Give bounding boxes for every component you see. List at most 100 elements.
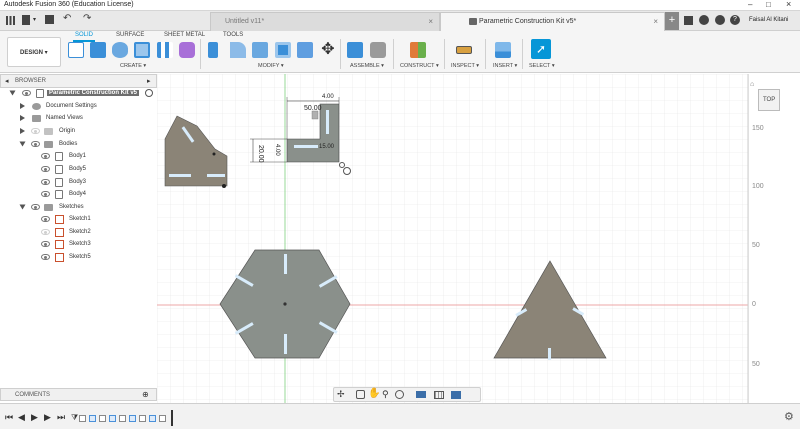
- browser-item-bodies[interactable]: Bodies: [0, 139, 157, 151]
- visibility-icon[interactable]: [41, 153, 50, 159]
- measure-icon[interactable]: [456, 46, 472, 54]
- save-icon[interactable]: [45, 15, 54, 24]
- browser-root[interactable]: Parametric Construction Kit v5: [0, 88, 157, 100]
- browser-item-named-views[interactable]: Named Views: [0, 113, 157, 125]
- dimension-height[interactable]: 20.00: [257, 145, 264, 163]
- pin-icon[interactable]: ▸: [147, 77, 151, 85]
- comments-panel-header[interactable]: COMMENTS ⊕: [0, 388, 157, 401]
- fillet-icon[interactable]: [230, 42, 246, 58]
- revolve-icon[interactable]: [112, 42, 128, 58]
- grid-menu-icon[interactable]: [6, 16, 15, 25]
- close-tab-icon[interactable]: ×: [428, 17, 433, 26]
- tab-tools[interactable]: TOOLS: [223, 32, 243, 38]
- timeline-marker[interactable]: [171, 410, 173, 426]
- collapse-icon[interactable]: ◂: [5, 77, 9, 85]
- browser-item-body5[interactable]: Body5: [0, 164, 157, 176]
- new-sketch-icon[interactable]: [68, 42, 84, 58]
- browser-item-sketch1[interactable]: Sketch1: [0, 214, 157, 226]
- orbit-icon[interactable]: ✢: [337, 389, 345, 400]
- timeline-feature[interactable]: [119, 415, 126, 422]
- visibility-off-icon[interactable]: [41, 229, 50, 235]
- browser-item-sketch5[interactable]: Sketch5: [0, 252, 157, 264]
- minimize-button[interactable]: –: [748, 0, 752, 9]
- expand-icon[interactable]: [20, 128, 25, 134]
- chevron-down-icon[interactable]: ▾: [33, 16, 36, 23]
- visibility-icon[interactable]: [41, 241, 50, 247]
- undo-icon[interactable]: ↶: [63, 13, 71, 24]
- step-forward-icon[interactable]: ▶: [44, 412, 51, 423]
- tab-parametric-kit[interactable]: Parametric Construction Kit v5* ×: [440, 12, 665, 31]
- expand-panel-icon[interactable]: ⊕: [142, 390, 149, 399]
- home-view-icon[interactable]: ⌂: [750, 81, 754, 88]
- timeline-feature[interactable]: [99, 415, 106, 422]
- expand-icon[interactable]: [19, 204, 26, 210]
- canvas-drawing[interactable]: 50.00 20.00 4.00 4.00 15.00: [157, 74, 748, 403]
- construct-group-label[interactable]: CONSTRUCT ▾: [400, 63, 439, 69]
- expand-icon[interactable]: [9, 90, 16, 96]
- browser-item-sketches[interactable]: Sketches: [0, 202, 157, 214]
- browser-item-sketch2[interactable]: Sketch2: [0, 227, 157, 239]
- grid-settings-icon[interactable]: [434, 391, 444, 399]
- timeline-feature[interactable]: [159, 415, 166, 422]
- offset-plane-icon[interactable]: [410, 42, 426, 58]
- visibility-icon[interactable]: [41, 216, 50, 222]
- redo-icon[interactable]: ↷: [83, 13, 91, 24]
- dimension-small-top[interactable]: 4.00: [322, 94, 334, 100]
- tab-untitled[interactable]: Untitled v11* ×: [210, 12, 440, 31]
- browser-item-document-settings[interactable]: Document Settings: [0, 101, 157, 113]
- filter-icon[interactable]: ⧩: [71, 413, 78, 423]
- combine-icon[interactable]: [297, 42, 313, 58]
- timeline-feature[interactable]: [89, 415, 96, 422]
- visibility-icon[interactable]: [41, 191, 50, 197]
- tab-solid[interactable]: SOLID: [72, 32, 96, 42]
- timeline-feature[interactable]: [129, 415, 136, 422]
- job-status-icon[interactable]: [699, 15, 709, 25]
- visibility-icon[interactable]: [41, 179, 50, 185]
- visibility-icon[interactable]: [22, 90, 31, 96]
- timeline-feature[interactable]: [109, 415, 116, 422]
- close-button[interactable]: ×: [786, 0, 791, 9]
- modify-group-label[interactable]: MODIFY ▾: [258, 63, 284, 69]
- maximize-button[interactable]: □: [766, 0, 771, 9]
- workspace-switcher[interactable]: DESIGN ▾: [7, 37, 61, 67]
- expand-icon[interactable]: [20, 115, 25, 121]
- browser-item-sketch3[interactable]: Sketch3: [0, 239, 157, 251]
- go-to-start-icon[interactable]: ⏮: [5, 412, 13, 423]
- timeline-feature[interactable]: [139, 415, 146, 422]
- extrude-icon[interactable]: [90, 42, 106, 58]
- dimension-offset[interactable]: 15.00: [319, 144, 335, 150]
- go-to-end-icon[interactable]: ⏭: [57, 412, 65, 423]
- visibility-off-icon[interactable]: [31, 128, 40, 134]
- viewcube[interactable]: TOP: [758, 89, 780, 111]
- joint-icon[interactable]: [370, 42, 386, 58]
- new-tab-button[interactable]: +: [665, 12, 679, 30]
- create-form-icon[interactable]: [179, 42, 195, 58]
- tab-sheet-metal[interactable]: SHEET METAL: [164, 32, 205, 38]
- expand-icon[interactable]: [19, 141, 26, 147]
- look-at-icon[interactable]: [356, 390, 365, 399]
- pattern-icon[interactable]: [157, 42, 173, 58]
- chamfer-icon[interactable]: [252, 42, 268, 58]
- file-icon[interactable]: [22, 15, 30, 25]
- dimension-small[interactable]: 4.00: [274, 144, 280, 156]
- play-icon[interactable]: ▶: [31, 412, 38, 423]
- hole-icon[interactable]: [134, 42, 150, 58]
- visibility-icon[interactable]: [41, 254, 50, 260]
- expand-icon[interactable]: [20, 103, 25, 109]
- visibility-icon[interactable]: [31, 141, 40, 147]
- move-icon[interactable]: ✥: [320, 42, 336, 58]
- browser-item-body3[interactable]: Body3: [0, 177, 157, 189]
- insert-group-label[interactable]: INSERT ▾: [493, 63, 517, 69]
- press-pull-icon[interactable]: [208, 42, 218, 58]
- tab-surface[interactable]: SURFACE: [116, 32, 144, 38]
- assemble-group-label[interactable]: ASSEMBLE ▾: [350, 63, 384, 69]
- step-back-icon[interactable]: ◀: [18, 412, 25, 423]
- inspect-group-label[interactable]: INSPECT ▾: [451, 63, 479, 69]
- target-icon[interactable]: [145, 89, 153, 97]
- timeline-feature[interactable]: [79, 415, 86, 422]
- help-icon[interactable]: ?: [730, 15, 740, 25]
- fit-icon[interactable]: [395, 390, 404, 399]
- browser-item-origin[interactable]: Origin: [0, 126, 157, 138]
- browser-item-body1[interactable]: Body1: [0, 151, 157, 163]
- pan-icon[interactable]: ✋: [368, 388, 380, 399]
